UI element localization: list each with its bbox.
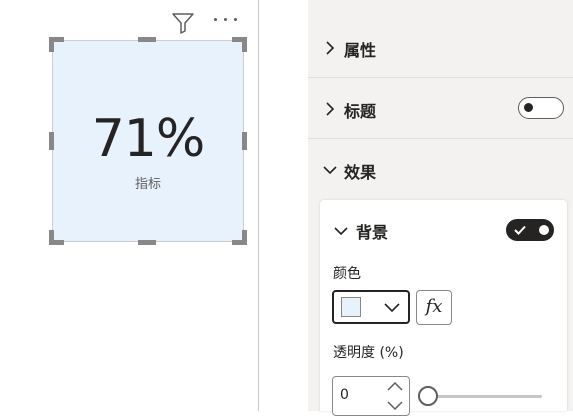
resize-handle-top[interactable]	[138, 37, 156, 42]
checkmark-icon	[514, 225, 526, 235]
resize-handle-right[interactable]	[242, 132, 247, 150]
title-toggle[interactable]	[518, 97, 564, 119]
chevron-down-icon	[384, 303, 400, 313]
resize-handle-bottom[interactable]	[138, 240, 156, 245]
chevron-right-icon	[326, 102, 335, 116]
background-title[interactable]: 背景	[356, 219, 388, 243]
section-properties[interactable]: 属性	[308, 18, 573, 78]
spin-up-icon[interactable]	[385, 379, 405, 393]
chevron-down-icon[interactable]	[333, 223, 349, 239]
transparency-slider-thumb[interactable]	[418, 386, 438, 406]
chevron-down-icon	[323, 166, 337, 175]
chevron-right-icon	[326, 41, 335, 55]
section-effects[interactable]: 效果	[308, 140, 573, 200]
section-title-label: 标题	[344, 102, 377, 121]
more-options-icon[interactable]	[212, 18, 240, 24]
section-properties-label: 属性	[344, 41, 377, 60]
filter-icon[interactable]	[171, 12, 195, 34]
section-effects-label: 效果	[344, 163, 377, 182]
transparency-value: 0	[340, 387, 349, 403]
resize-handle-left[interactable]	[49, 132, 54, 150]
report-canvas: 71% 指标	[0, 0, 259, 411]
background-toggle[interactable]	[506, 219, 554, 241]
color-swatch	[341, 297, 361, 317]
transparency-slider-track[interactable]	[428, 395, 542, 398]
pane-divider	[258, 0, 259, 411]
fx-button[interactable]: fx	[416, 290, 452, 325]
transparency-label: 透明度 (%)	[333, 345, 404, 361]
card-visual[interactable]: 71% 指标	[52, 40, 244, 242]
transparency-input[interactable]: 0	[332, 376, 410, 416]
card-value: 71%	[91, 109, 206, 169]
toggle-knob	[539, 225, 549, 235]
card-label: 指标	[134, 177, 161, 192]
color-label: 颜色	[333, 266, 361, 282]
color-picker-dropdown[interactable]	[332, 290, 410, 324]
toggle-knob	[524, 103, 533, 112]
